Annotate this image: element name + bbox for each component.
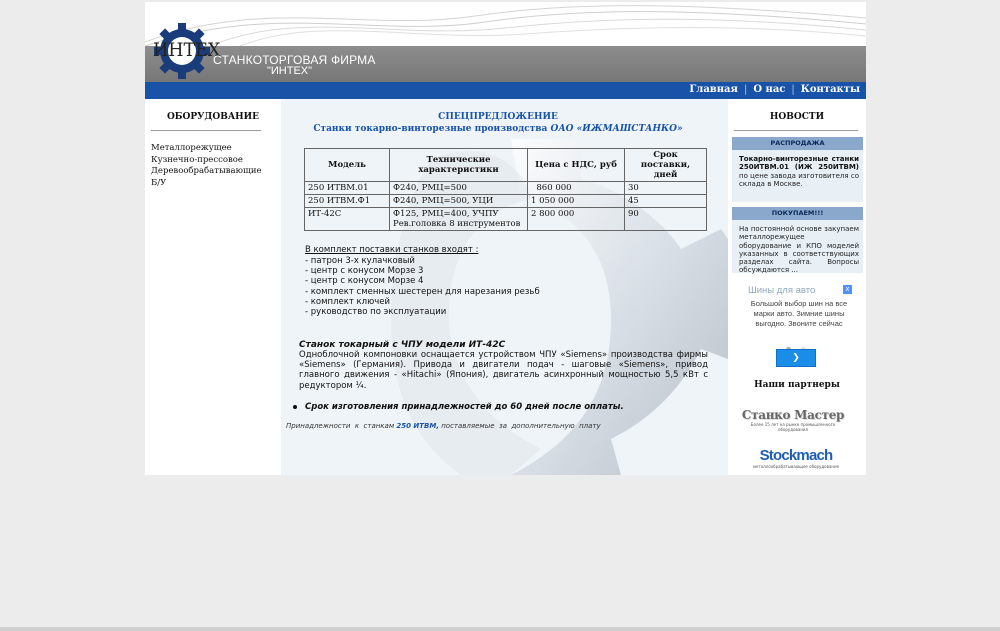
offer-subtitle-text: Станки токарно-винторезные производства: [313, 124, 548, 134]
offer-subtitle: Станки токарно-винторезные производства …: [281, 124, 715, 134]
partner-stankomaster-logo[interactable]: Станко Мастер Более 15 лет на рынке пром…: [738, 408, 848, 432]
nav-link-about[interactable]: О нас: [753, 84, 785, 95]
partner-tagline: металлообрабатывающее оборудование: [752, 464, 840, 469]
news-item-heading: РАСПРОДАЖА: [732, 137, 863, 150]
news-title: НОВОСТИ: [769, 112, 825, 122]
list-item: - центр с конусом Морзе 4: [305, 276, 424, 287]
top-nav: Главная | О нас | Контакты: [689, 84, 860, 95]
sidebar-item-used[interactable]: Б/У: [151, 178, 262, 190]
cnc-title: Станок токарный с ЧПУ модели ИТ-42С: [299, 340, 506, 350]
col-delivery: Срок поставки, дней: [624, 148, 707, 182]
table-header-row: Модель Технические характеристики Цена с…: [304, 148, 707, 182]
cell-specs: Ф240, РМЦ=500: [389, 181, 528, 195]
news-item-text: по цене завода изготовителя со склада в …: [739, 171, 859, 188]
news-item-bold: Токарно-винторезные станки 250ИТВМ.01 (И…: [739, 155, 859, 172]
ad-close-icon[interactable]: x: [843, 285, 852, 294]
list-item: - комплект сменных шестерен для нарезани…: [305, 286, 540, 297]
sidebar-menu: Металлорежущее Кузнечно-прессовое Дерево…: [151, 143, 262, 189]
col-price: Цена с НДС, руб: [527, 148, 625, 182]
table-row: ИТ-42С Ф125, РМЦ=400, УЧПУ Рев.головка 8…: [304, 207, 707, 231]
partners-title: Наши партнеры: [754, 380, 840, 390]
page: ИНТЕХ СТАНКОТОРГОВАЯ ФИРМА "ИНТЕХ" Главн…: [145, 2, 866, 475]
list-item: - комплект ключей: [305, 296, 391, 307]
sidebar-item-metalcutting[interactable]: Металлорежущее: [151, 143, 262, 155]
table-row: 250 ИТВМ.01 Ф240, РМЦ=500 860 000 30: [304, 181, 707, 195]
footnote-post: поставляемые за дополнительную плату: [439, 422, 601, 430]
logo-text: ИНТЕХ: [153, 39, 221, 61]
ad-text: Большой выбор шин на все марки авто. Зим…: [750, 299, 848, 328]
kit-title: В комплект поставки станков входят :: [305, 245, 479, 255]
cell-price: 1 050 000: [527, 194, 625, 208]
main-content: СПЕЦПРЕДЛОЖЕНИЕ Станки токарно-винторезн…: [281, 99, 728, 475]
news-divider: [734, 130, 858, 131]
list-item: - центр с конусом Морзе 3: [305, 266, 424, 277]
cell-model: 250 ИТВМ.Ф1: [304, 194, 390, 208]
price-table: Модель Технические характеристики Цена с…: [304, 148, 707, 231]
sidebar-divider: [151, 130, 261, 131]
news-item-body: На постоянной основе закупаем металлореж…: [732, 220, 863, 279]
left-sidebar: ОБОРУДОВАНИЕ Металлорежущее Кузнечно-пре…: [145, 99, 281, 475]
cell-specs: Ф240, РМЦ=500, УЦИ: [389, 194, 528, 208]
table-row: 250 ИТВМ.Ф1 Ф240, РМЦ=500, УЦИ 1 050 000…: [304, 194, 707, 208]
col-model: Модель: [304, 148, 390, 182]
sidebar-title: ОБОРУДОВАНИЕ: [166, 112, 260, 122]
nav-link-contacts[interactable]: Контакты: [801, 84, 860, 95]
kit-list: - патрон 3-х кулачковый - центр с конусо…: [305, 256, 540, 317]
news-item-body: Токарно-винторезные станки 250ИТВМ.01 (И…: [732, 150, 863, 192]
news-item-heading: ПОКУПАЕМ!!!: [732, 207, 863, 220]
news-item-sale[interactable]: РАСПРОДАЖА Токарно-винторезные станки 25…: [732, 137, 863, 202]
cell-delivery: 90: [624, 207, 707, 231]
list-item: - патрон 3-х кулачковый: [305, 256, 415, 266]
top-nav-bar: Главная | О нас | Контакты: [145, 82, 866, 99]
news-item-buy[interactable]: ПОКУПАЕМ!!! На постоянной основе закупае…: [732, 207, 863, 274]
footnote-pre: Принадлежности к станкам: [286, 422, 397, 430]
news-item-text: На постоянной основе закупаем металлореж…: [739, 225, 859, 275]
nav-separator: |: [791, 84, 795, 95]
partner-name: Stockmach: [759, 447, 834, 464]
list-item: - руководство по эксплуатации: [305, 307, 447, 318]
header-waves-decoration: [145, 5, 866, 48]
ad-headline[interactable]: Шины для авто: [748, 285, 815, 296]
cell-delivery: 30: [624, 181, 707, 195]
nav-link-home[interactable]: Главная: [689, 84, 738, 95]
bullet-icon: [293, 405, 297, 409]
partner-stockmach-logo[interactable]: Stockmach металлообрабатывающее оборудов…: [746, 447, 846, 469]
cell-model: ИТ-42С: [304, 207, 390, 231]
sidebar-item-woodworking[interactable]: Деревообрабатывающие: [151, 166, 262, 178]
partner-tagline: Более 15 лет на рынке промышленного обор…: [750, 422, 836, 432]
cnc-description: Одноблочной компоновки оснащается устрой…: [299, 350, 708, 391]
sidebar-item-forging[interactable]: Кузнечно-прессовое: [151, 155, 262, 167]
offer-title: СПЕЦПРЕДЛОЖЕНИЕ: [438, 112, 558, 122]
nav-separator: |: [743, 84, 748, 95]
partner-name: Станко Мастер: [741, 408, 845, 422]
cell-specs: Ф125, РМЦ=400, УЧПУ Рев.головка 8 инстру…: [389, 207, 528, 231]
cell-price: 2 800 000: [527, 207, 625, 231]
ad-banner[interactable]: Шины для авто x Большой выбор шин на все…: [742, 282, 852, 368]
site-header: ИНТЕХ СТАНКОТОРГОВАЯ ФИРМА "ИНТЕХ": [145, 2, 866, 82]
delivery-term: Срок изготовления принадлежностей до 60 …: [305, 402, 624, 412]
cell-price: 860 000: [527, 181, 625, 195]
bottom-scrollbar[interactable]: [0, 627, 1000, 631]
cell-model: 250 ИТВМ.01: [304, 181, 390, 195]
footnote-bold: 250 ИТВМ,: [396, 422, 439, 430]
ad-next-button[interactable]: ❯: [776, 349, 816, 367]
right-sidebar: НОВОСТИ РАСПРОДАЖА Токарно-винторезные с…: [728, 99, 866, 475]
firm-name-line2: "ИНТЕХ": [267, 65, 313, 77]
cell-delivery: 45: [624, 194, 707, 208]
offer-subtitle-company: ОАО «ИЖМАШСТАНКО»: [550, 124, 683, 134]
col-specs: Технические характеристики: [389, 148, 528, 182]
footnote: Принадлежности к станкам 250 ИТВМ, поста…: [286, 422, 601, 430]
